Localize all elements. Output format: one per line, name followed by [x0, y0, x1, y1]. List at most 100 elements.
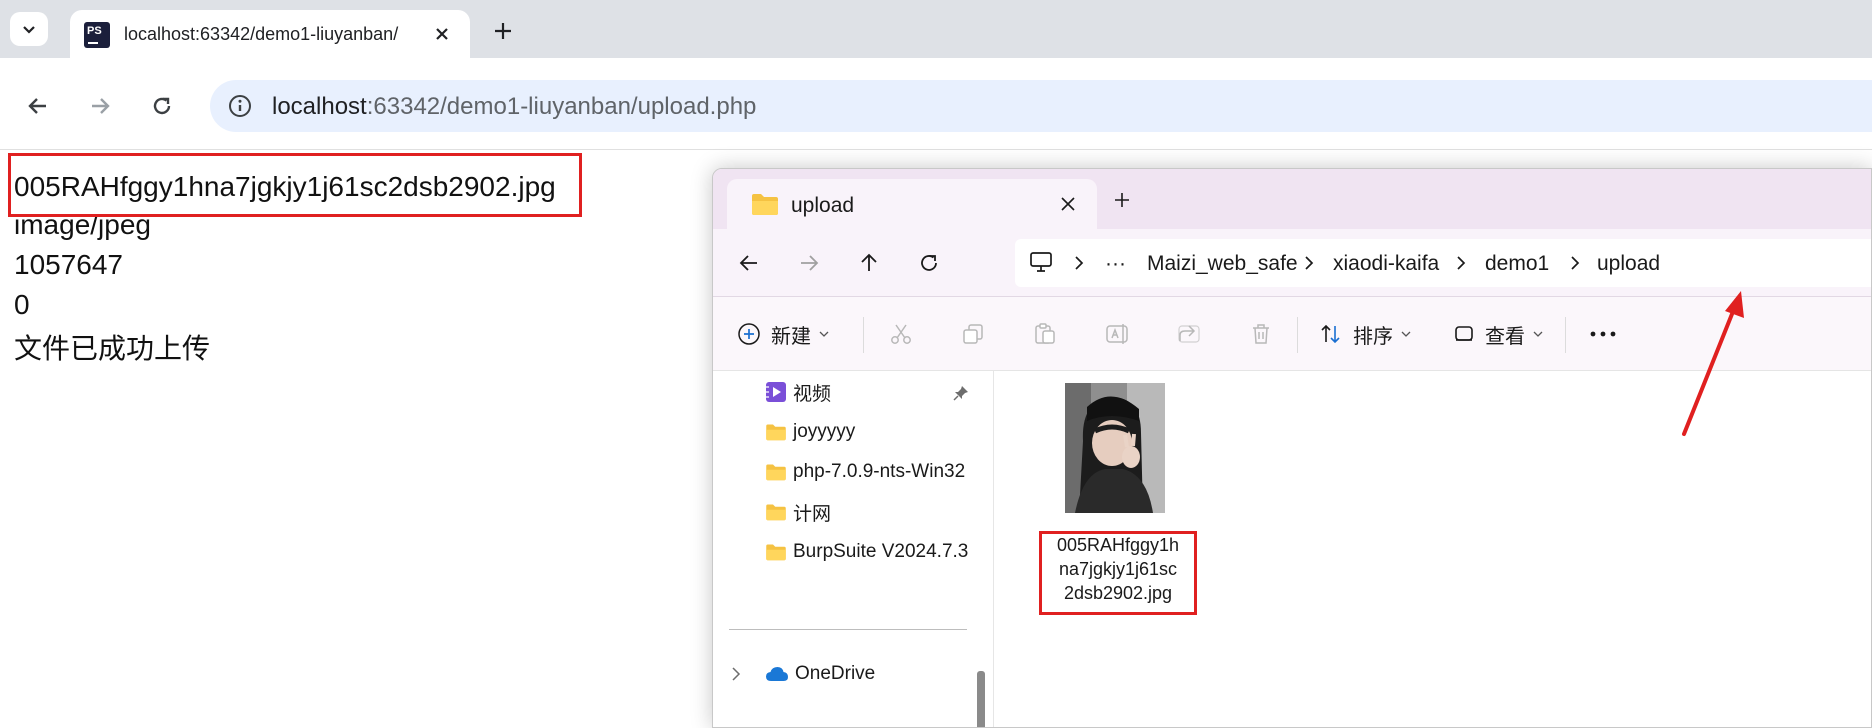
trash-icon: [1253, 324, 1269, 344]
explorer-tab-title: upload: [791, 194, 855, 217]
arrow-right-icon: [801, 255, 819, 271]
info-icon: [229, 95, 251, 117]
delete-button[interactable]: [1249, 315, 1273, 353]
rename-button[interactable]: [1105, 315, 1131, 353]
cut-button[interactable]: [889, 315, 913, 353]
tab-close-button[interactable]: [428, 20, 456, 48]
explorer-address-bar[interactable]: ··· Maizi_web_safe xiaodi-kaifa demo1 up…: [1015, 239, 1871, 287]
browser-tab-active[interactable]: PS localhost:63342/demo1-liuyanban/: [70, 10, 470, 58]
sidebar-item-onedrive[interactable]: OneDrive: [765, 659, 875, 689]
explorer-new-tab-button[interactable]: [1105, 183, 1139, 217]
sidebar-scrollbar[interactable]: [977, 371, 985, 727]
folder-icon: [766, 464, 786, 481]
arrow-right-icon: [92, 98, 110, 114]
explorer-navigation-pane: 视频 joyyyyy php-7.0.9-nts-Win32 计网 BurpSu…: [713, 371, 975, 727]
sidebar-item-jiwang[interactable]: 计网: [765, 497, 831, 527]
plus-icon: [495, 23, 511, 39]
sidebar-item-label: php-7.0.9-nts-Win32: [793, 461, 966, 482]
explorer-back-button[interactable]: [729, 243, 769, 283]
explorer-tab-close-button[interactable]: [1053, 189, 1083, 219]
upload-error-code: 0: [14, 289, 30, 320]
sidebar-item-joyyyyy[interactable]: joyyyyy: [765, 417, 855, 447]
explorer-forward-button[interactable]: [789, 243, 829, 283]
tab-title: localhost:63342/demo1-liuyanban/: [124, 24, 399, 44]
monitor-icon: [1030, 252, 1052, 272]
breadcrumb-demo1[interactable]: demo1: [1485, 252, 1549, 276]
browser-toolbar: localhost:63342/demo1-liuyanban/upload.p…: [0, 58, 1872, 150]
refresh-icon: [921, 255, 937, 271]
chevron-down-icon: [819, 331, 829, 337]
tab-search-button[interactable]: [10, 12, 48, 46]
chevron-right-icon[interactable]: [731, 667, 741, 681]
pane-divider[interactable]: [993, 371, 994, 727]
sidebar-item-label: joyyyyy: [793, 421, 856, 442]
folder-icon: [766, 424, 786, 441]
folder-icon: [766, 504, 786, 521]
breadcrumb-xiaodi-kaifa[interactable]: xiaodi-kaifa: [1333, 252, 1439, 276]
breadcrumb-maizi-web-safe[interactable]: Maizi_web_safe: [1147, 252, 1298, 276]
view-button[interactable]: 查看: [1453, 315, 1543, 353]
sidebar-scrollbar-thumb[interactable]: [977, 671, 985, 727]
new-button-label: 新建: [771, 325, 811, 348]
forward-button[interactable]: [80, 86, 120, 126]
sidebar-item-label: BurpSuite V2024.7.3: [793, 541, 969, 562]
video-folder-icon: [766, 382, 786, 402]
share-icon: [1178, 325, 1200, 343]
sidebar-item-burpsuite[interactable]: BurpSuite V2024.7.3: [765, 537, 968, 567]
folder-icon: [766, 544, 786, 561]
plus-circle-icon: [738, 323, 760, 345]
sort-button-label: 排序: [1353, 325, 1393, 348]
close-icon: [436, 28, 448, 40]
site-info-button[interactable]: [224, 90, 256, 122]
close-icon: [1061, 197, 1075, 211]
explorer-refresh-button[interactable]: [909, 243, 949, 283]
more-horizontal-icon: [1590, 331, 1616, 337]
image-thumbnail: [1065, 383, 1165, 513]
chevron-right-icon: [1301, 254, 1317, 272]
address-bar[interactable]: localhost:63342/demo1-liuyanban/upload.p…: [210, 80, 1872, 132]
file-name-highlight-box: [1039, 531, 1197, 615]
sidebar-item-label: OneDrive: [795, 663, 876, 684]
explorer-tab-upload[interactable]: upload: [727, 179, 1097, 229]
chevron-down-icon: [23, 26, 35, 34]
explorer-up-button[interactable]: [849, 243, 889, 283]
arrow-up-icon: [861, 253, 877, 271]
command-divider: [863, 317, 864, 353]
new-button[interactable]: 新建: [737, 315, 829, 353]
explorer-command-bar: 新建 排序 查看: [713, 297, 1871, 371]
copy-icon: [963, 324, 983, 344]
back-button[interactable]: [18, 86, 58, 126]
breadcrumb-overflow[interactable]: ···: [1105, 252, 1126, 276]
rename-icon: [1106, 324, 1128, 344]
chevron-right-icon: [1071, 254, 1087, 272]
sort-button[interactable]: 排序: [1319, 315, 1411, 353]
sidebar-item-php[interactable]: php-7.0.9-nts-Win32: [765, 457, 965, 487]
command-divider: [1565, 317, 1566, 353]
explorer-body: 视频 joyyyyy php-7.0.9-nts-Win32 计网 BurpSu…: [713, 371, 1871, 727]
view-button-label: 查看: [1485, 325, 1525, 348]
uploaded-file-size: 1057647: [14, 249, 124, 280]
page-body: 005RAHfggy1hna7jgkjy1j61sc2dsb2902.jpg i…: [0, 151, 700, 718]
copy-button[interactable]: [961, 315, 985, 353]
file-explorer-window: upload ··· Maizi_web_safe xiaodi-kaifa d…: [712, 168, 1872, 728]
share-button[interactable]: [1177, 315, 1201, 353]
new-tab-button[interactable]: [486, 14, 520, 48]
chevron-right-icon: [1567, 254, 1583, 272]
breadcrumb-upload[interactable]: upload: [1597, 252, 1660, 276]
arrow-left-icon: [739, 255, 757, 271]
url-text: localhost:63342/demo1-liuyanban/upload.p…: [272, 93, 756, 121]
pin-icon[interactable]: [953, 385, 969, 401]
scissors-icon: [891, 324, 911, 344]
sort-icon: [1321, 324, 1340, 344]
upload-success-message: 文件已成功上传: [14, 333, 211, 364]
paste-button[interactable]: [1033, 315, 1057, 353]
reload-button[interactable]: [142, 86, 182, 126]
url-host: localhost: [272, 93, 367, 120]
more-options-button[interactable]: [1589, 315, 1617, 353]
filename-highlight-box: [8, 153, 582, 217]
sidebar-divider: [729, 629, 967, 630]
reload-icon: [153, 97, 171, 115]
folder-icon: [752, 194, 778, 215]
sidebar-item-videos[interactable]: 视频: [765, 377, 831, 407]
command-divider: [1297, 317, 1298, 353]
